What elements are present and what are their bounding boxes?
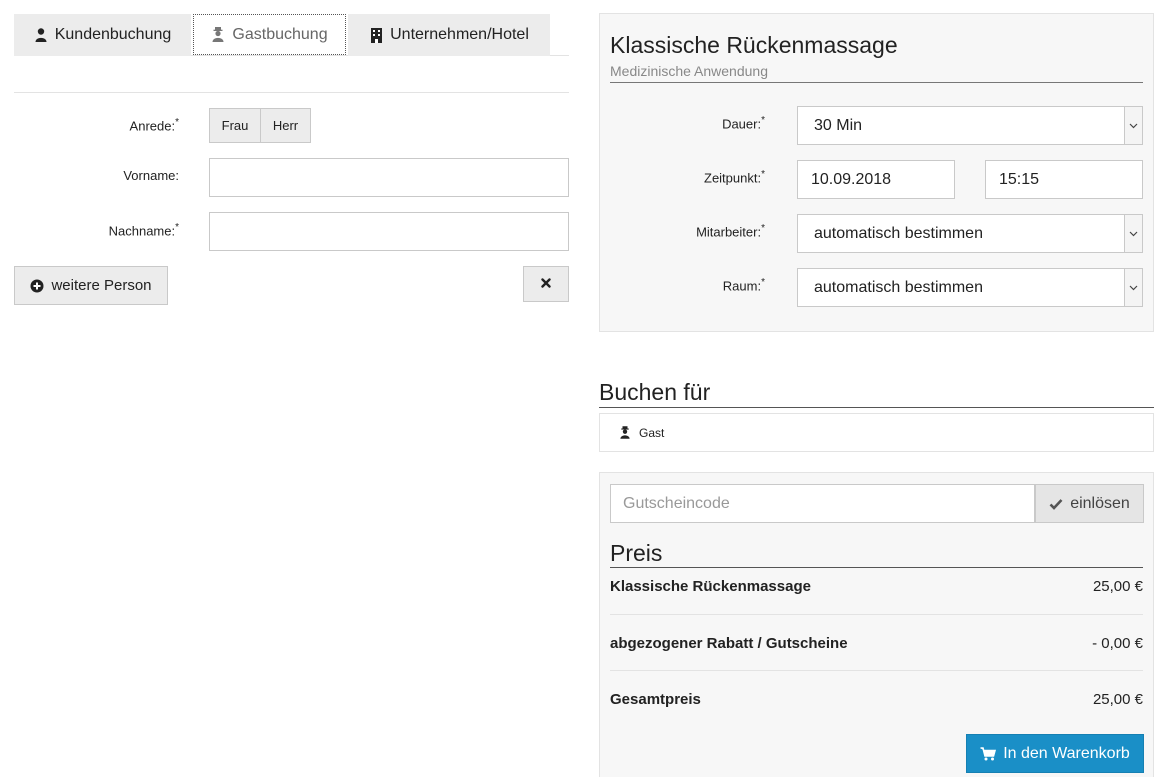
price-row-amount: 25,00 € <box>1092 578 1143 595</box>
mitarbeiter-label: Mitarbeiter:* <box>696 223 765 240</box>
add-person-label: weitere Person <box>51 277 152 294</box>
price-row-name: Gesamtpreis <box>610 691 701 708</box>
tab-kundenbuchung[interactable]: Kundenbuchung <box>14 14 191 56</box>
user-icon <box>34 27 48 43</box>
chevron-down-icon <box>1124 269 1142 306</box>
tab-unternehmen-hotel[interactable]: Unternehmen/Hotel <box>348 14 550 56</box>
divider <box>610 82 1143 83</box>
vorname-input[interactable] <box>209 158 569 197</box>
anrede-label: Anrede:* <box>129 117 179 134</box>
redeem-voucher-label: einlösen <box>1070 494 1130 512</box>
close-icon <box>541 275 551 293</box>
anrede-toggle: Frau Herr <box>209 108 311 143</box>
chevron-down-icon <box>1124 215 1142 252</box>
nachname-input[interactable] <box>209 212 569 251</box>
raum-select[interactable]: automatisch bestimmen <box>797 268 1143 307</box>
guest-icon <box>620 425 632 440</box>
chevron-down-icon <box>1124 107 1142 144</box>
check-icon <box>1049 498 1063 510</box>
tab-label: Unternehmen/Hotel <box>390 26 529 43</box>
redeem-voucher-button[interactable]: einlösen <box>1035 484 1144 523</box>
voucher-code-input[interactable] <box>610 484 1035 523</box>
dauer-label: Dauer:* <box>722 115 765 132</box>
anrede-frau-button[interactable]: Frau <box>210 109 260 142</box>
service-title: Klassische Rückenmassage <box>610 32 898 58</box>
divider <box>610 670 1143 671</box>
tab-gastbuchung[interactable]: Gastbuchung <box>193 14 346 55</box>
building-icon <box>369 27 383 43</box>
plus-circle-icon <box>30 279 44 293</box>
zeitpunkt-label: Zeitpunkt:* <box>704 169 765 186</box>
price-panel: einlösen Preis Klassische Rückenmassage … <box>599 472 1154 777</box>
booking-for-guest-label: Gast <box>639 425 665 440</box>
price-row: abgezogener Rabatt / Gutscheine - 0,00 € <box>610 635 1143 655</box>
mitarbeiter-value: automatisch bestimmen <box>814 224 983 242</box>
booking-for-title: Buchen für <box>599 379 711 405</box>
dauer-select[interactable]: 30 Min <box>797 106 1143 145</box>
price-row: Klassische Rückenmassage 25,00 € <box>610 578 1143 598</box>
divider <box>14 92 569 93</box>
dauer-value: 30 Min <box>814 116 863 134</box>
mitarbeiter-select[interactable]: automatisch bestimmen <box>797 214 1143 253</box>
divider <box>610 567 1143 568</box>
tab-label: Kundenbuchung <box>54 26 172 43</box>
remove-person-button[interactable] <box>523 266 569 302</box>
booking-for-box: Gast <box>599 413 1154 452</box>
add-to-cart-label: In den Warenkorb <box>1003 744 1130 762</box>
cart-icon <box>980 746 997 761</box>
anrede-herr-button[interactable]: Herr <box>260 109 310 142</box>
price-row-total: Gesamtpreis 25,00 € <box>610 691 1143 711</box>
price-row-name: Klassische Rückenmassage <box>610 578 811 595</box>
raum-label: Raum:* <box>722 277 765 294</box>
price-row-name: abgezogener Rabatt / Gutscheine <box>610 635 848 652</box>
date-input[interactable]: 10.09.2018 <box>797 160 955 199</box>
service-panel: Klassische Rückenmassage Medizinische An… <box>599 13 1154 332</box>
raum-value: automatisch bestimmen <box>814 278 983 296</box>
service-subtitle: Medizinische Anwendung <box>610 63 768 79</box>
time-input[interactable]: 15:15 <box>985 160 1143 199</box>
nachname-label: Nachname:* <box>108 222 179 239</box>
divider <box>599 407 1154 408</box>
price-title: Preis <box>610 540 663 566</box>
add-person-button[interactable]: weitere Person <box>14 266 168 305</box>
vorname-label: Vorname: <box>123 168 179 183</box>
price-row-amount: 25,00 € <box>1092 691 1143 708</box>
tab-label: Gastbuchung <box>232 25 328 43</box>
add-to-cart-button[interactable]: In den Warenkorb <box>966 734 1144 773</box>
guest-icon <box>211 27 225 43</box>
price-row-amount: - 0,00 € <box>1092 635 1143 652</box>
divider <box>610 614 1143 615</box>
booking-type-tabs: Kundenbuchung Gastbuchung Unternehmen/Ho… <box>14 14 569 56</box>
